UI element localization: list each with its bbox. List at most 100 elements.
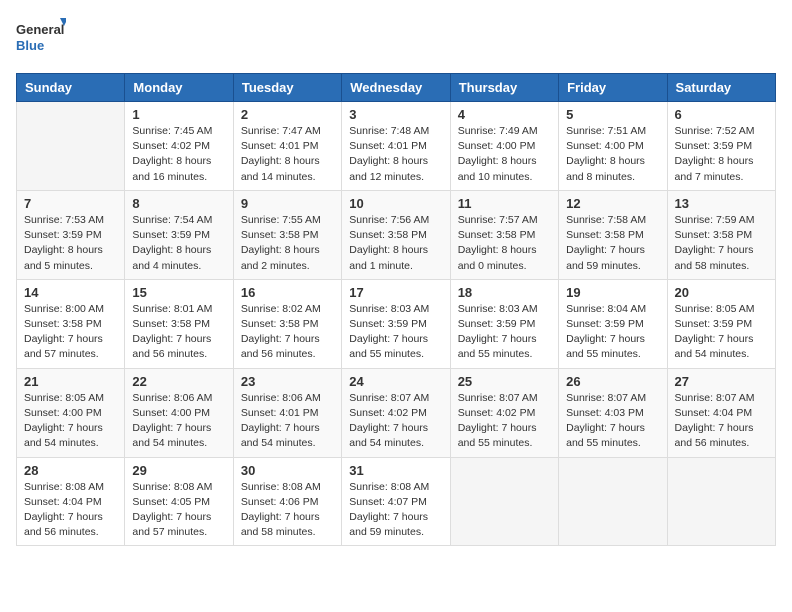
- calendar-cell: [667, 457, 775, 546]
- calendar-week-row: 21 Sunrise: 8:05 AMSunset: 4:00 PMDayligh…: [17, 368, 776, 457]
- day-info: Sunrise: 7:59 AMSunset: 3:58 PMDaylight:…: [675, 213, 768, 274]
- calendar-cell: [450, 457, 558, 546]
- day-number: 9: [241, 196, 334, 211]
- day-info: Sunrise: 8:03 AMSunset: 3:59 PMDaylight:…: [458, 302, 551, 363]
- calendar-cell: 20 Sunrise: 8:05 AMSunset: 3:59 PMDayligh…: [667, 279, 775, 368]
- calendar-cell: 23 Sunrise: 8:06 AMSunset: 4:01 PMDayligh…: [233, 368, 341, 457]
- day-info: Sunrise: 8:02 AMSunset: 3:58 PMDaylight:…: [241, 302, 334, 363]
- day-number: 24: [349, 374, 442, 389]
- calendar-cell: 7 Sunrise: 7:53 AMSunset: 3:59 PMDaylight…: [17, 190, 125, 279]
- calendar-header-row: SundayMondayTuesdayWednesdayThursdayFrid…: [17, 74, 776, 102]
- day-info: Sunrise: 7:47 AMSunset: 4:01 PMDaylight:…: [241, 124, 334, 185]
- day-info: Sunrise: 8:07 AMSunset: 4:02 PMDaylight:…: [349, 391, 442, 452]
- day-number: 15: [132, 285, 225, 300]
- day-info: Sunrise: 8:05 AMSunset: 4:00 PMDaylight:…: [24, 391, 117, 452]
- calendar-cell: 1 Sunrise: 7:45 AMSunset: 4:02 PMDaylight…: [125, 102, 233, 191]
- day-info: Sunrise: 8:06 AMSunset: 4:00 PMDaylight:…: [132, 391, 225, 452]
- day-info: Sunrise: 8:08 AMSunset: 4:06 PMDaylight:…: [241, 480, 334, 541]
- day-of-week-header: Friday: [559, 74, 667, 102]
- day-info: Sunrise: 7:58 AMSunset: 3:58 PMDaylight:…: [566, 213, 659, 274]
- day-number: 13: [675, 196, 768, 211]
- logo-svg: General Blue: [16, 16, 66, 61]
- day-number: 6: [675, 107, 768, 122]
- calendar-cell: 15 Sunrise: 8:01 AMSunset: 3:58 PMDayligh…: [125, 279, 233, 368]
- day-number: 19: [566, 285, 659, 300]
- day-number: 28: [24, 463, 117, 478]
- day-number: 17: [349, 285, 442, 300]
- calendar-cell: 17 Sunrise: 8:03 AMSunset: 3:59 PMDayligh…: [342, 279, 450, 368]
- day-number: 21: [24, 374, 117, 389]
- calendar-week-row: 28 Sunrise: 8:08 AMSunset: 4:04 PMDayligh…: [17, 457, 776, 546]
- calendar-cell: [17, 102, 125, 191]
- calendar-cell: 25Sunrise: 8:07 AMSunset: 4:02 PMDayligh…: [450, 368, 558, 457]
- day-info: Sunrise: 7:48 AMSunset: 4:01 PMDaylight:…: [349, 124, 442, 185]
- calendar-week-row: 14 Sunrise: 8:00 AMSunset: 3:58 PMDayligh…: [17, 279, 776, 368]
- day-info: Sunrise: 8:08 AMSunset: 4:07 PMDaylight:…: [349, 480, 442, 541]
- day-info: Sunrise: 8:06 AMSunset: 4:01 PMDaylight:…: [241, 391, 334, 452]
- day-number: 23: [241, 374, 334, 389]
- day-info: Sunrise: 7:53 AMSunset: 3:59 PMDaylight:…: [24, 213, 117, 274]
- day-number: 18: [458, 285, 551, 300]
- calendar-cell: 19 Sunrise: 8:04 AMSunset: 3:59 PMDayligh…: [559, 279, 667, 368]
- day-info: Sunrise: 7:56 AMSunset: 3:58 PMDaylight:…: [349, 213, 442, 274]
- calendar-cell: 29Sunrise: 8:08 AMSunset: 4:05 PMDayligh…: [125, 457, 233, 546]
- calendar-cell: 8Sunrise: 7:54 AMSunset: 3:59 PMDaylight…: [125, 190, 233, 279]
- calendar-cell: 21 Sunrise: 8:05 AMSunset: 4:00 PMDayligh…: [17, 368, 125, 457]
- day-info: Sunrise: 8:00 AMSunset: 3:58 PMDaylight:…: [24, 302, 117, 363]
- calendar-table: SundayMondayTuesdayWednesdayThursdayFrid…: [16, 73, 776, 546]
- calendar-cell: 13 Sunrise: 7:59 AMSunset: 3:58 PMDayligh…: [667, 190, 775, 279]
- day-number: 30: [241, 463, 334, 478]
- day-info: Sunrise: 8:07 AMSunset: 4:04 PMDaylight:…: [675, 391, 768, 452]
- day-info: Sunrise: 8:05 AMSunset: 3:59 PMDaylight:…: [675, 302, 768, 363]
- day-info: Sunrise: 7:45 AMSunset: 4:02 PMDaylight:…: [132, 124, 225, 185]
- calendar-cell: 31Sunrise: 8:08 AMSunset: 4:07 PMDayligh…: [342, 457, 450, 546]
- day-number: 11: [458, 196, 551, 211]
- calendar-week-row: 7 Sunrise: 7:53 AMSunset: 3:59 PMDaylight…: [17, 190, 776, 279]
- svg-text:General: General: [16, 22, 64, 37]
- calendar-cell: 9 Sunrise: 7:55 AMSunset: 3:58 PMDaylight…: [233, 190, 341, 279]
- calendar-cell: 27 Sunrise: 8:07 AMSunset: 4:04 PMDayligh…: [667, 368, 775, 457]
- logo: General Blue: [16, 16, 66, 61]
- day-number: 2: [241, 107, 334, 122]
- day-number: 5: [566, 107, 659, 122]
- day-info: Sunrise: 8:07 AMSunset: 4:02 PMDaylight:…: [458, 391, 551, 452]
- day-info: Sunrise: 7:57 AMSunset: 3:58 PMDaylight:…: [458, 213, 551, 274]
- day-number: 29: [132, 463, 225, 478]
- day-of-week-header: Tuesday: [233, 74, 341, 102]
- day-of-week-header: Saturday: [667, 74, 775, 102]
- day-info: Sunrise: 7:52 AMSunset: 3:59 PMDaylight:…: [675, 124, 768, 185]
- day-number: 7: [24, 196, 117, 211]
- day-info: Sunrise: 8:04 AMSunset: 3:59 PMDaylight:…: [566, 302, 659, 363]
- day-info: Sunrise: 7:55 AMSunset: 3:58 PMDaylight:…: [241, 213, 334, 274]
- calendar-cell: 22Sunrise: 8:06 AMSunset: 4:00 PMDayligh…: [125, 368, 233, 457]
- calendar-cell: 16Sunrise: 8:02 AMSunset: 3:58 PMDayligh…: [233, 279, 341, 368]
- calendar-cell: 30 Sunrise: 8:08 AMSunset: 4:06 PMDayligh…: [233, 457, 341, 546]
- day-number: 20: [675, 285, 768, 300]
- day-number: 10: [349, 196, 442, 211]
- calendar-cell: [559, 457, 667, 546]
- calendar-cell: 6 Sunrise: 7:52 AMSunset: 3:59 PMDaylight…: [667, 102, 775, 191]
- day-of-week-header: Wednesday: [342, 74, 450, 102]
- calendar-cell: 26 Sunrise: 8:07 AMSunset: 4:03 PMDayligh…: [559, 368, 667, 457]
- calendar-cell: 11 Sunrise: 7:57 AMSunset: 3:58 PMDayligh…: [450, 190, 558, 279]
- calendar-week-row: 1 Sunrise: 7:45 AMSunset: 4:02 PMDaylight…: [17, 102, 776, 191]
- day-number: 27: [675, 374, 768, 389]
- day-number: 1: [132, 107, 225, 122]
- calendar-cell: 28 Sunrise: 8:08 AMSunset: 4:04 PMDayligh…: [17, 457, 125, 546]
- calendar-cell: 14 Sunrise: 8:00 AMSunset: 3:58 PMDayligh…: [17, 279, 125, 368]
- day-info: Sunrise: 8:01 AMSunset: 3:58 PMDaylight:…: [132, 302, 225, 363]
- calendar-cell: 5 Sunrise: 7:51 AMSunset: 4:00 PMDaylight…: [559, 102, 667, 191]
- day-info: Sunrise: 8:08 AMSunset: 4:04 PMDaylight:…: [24, 480, 117, 541]
- day-info: Sunrise: 7:51 AMSunset: 4:00 PMDaylight:…: [566, 124, 659, 185]
- day-number: 4: [458, 107, 551, 122]
- day-info: Sunrise: 7:54 AMSunset: 3:59 PMDaylight:…: [132, 213, 225, 274]
- day-number: 12: [566, 196, 659, 211]
- day-info: Sunrise: 8:07 AMSunset: 4:03 PMDaylight:…: [566, 391, 659, 452]
- calendar-cell: 4Sunrise: 7:49 AMSunset: 4:00 PMDaylight…: [450, 102, 558, 191]
- calendar-cell: 3Sunrise: 7:48 AMSunset: 4:01 PMDaylight…: [342, 102, 450, 191]
- day-info: Sunrise: 8:03 AMSunset: 3:59 PMDaylight:…: [349, 302, 442, 363]
- calendar-cell: 12 Sunrise: 7:58 AMSunset: 3:58 PMDayligh…: [559, 190, 667, 279]
- day-number: 14: [24, 285, 117, 300]
- svg-text:Blue: Blue: [16, 38, 44, 53]
- day-number: 26: [566, 374, 659, 389]
